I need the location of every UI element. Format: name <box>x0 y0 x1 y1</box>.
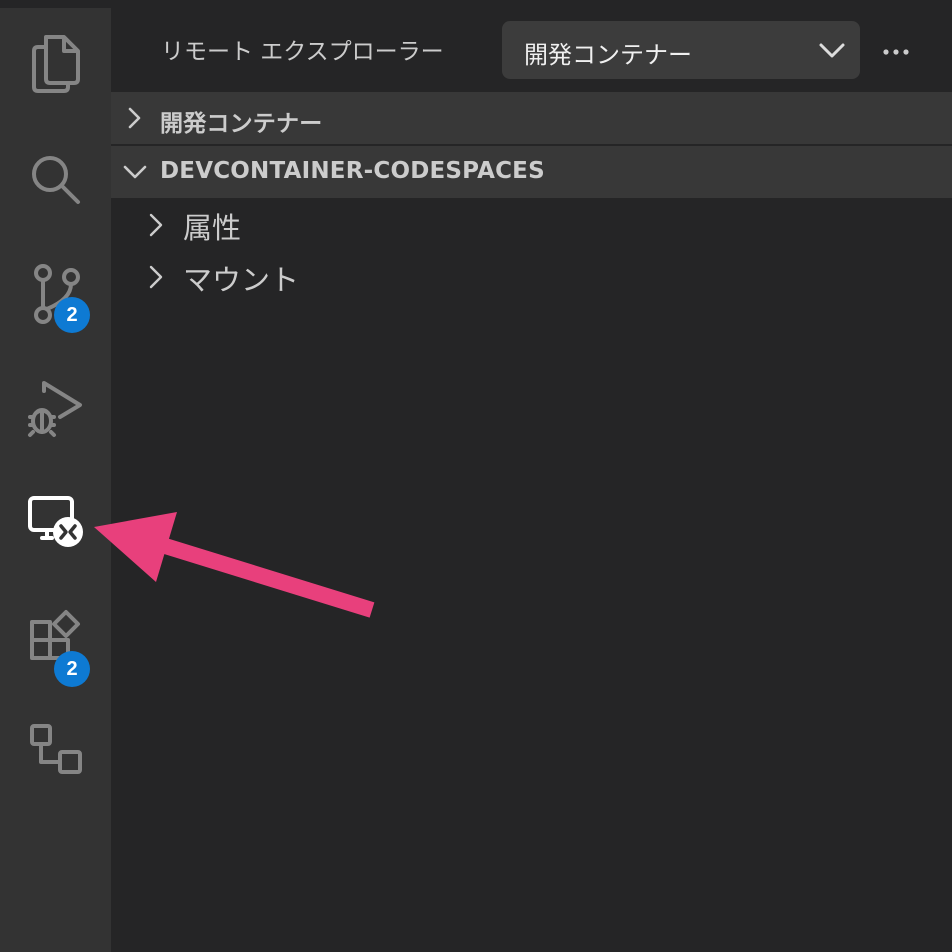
panel-title: リモート エクスプローラー <box>161 39 444 65</box>
source-control-badge: 2 <box>54 297 90 333</box>
section-dev-containers[interactable]: 開発コンテナー <box>111 92 952 144</box>
chevron-right-icon <box>123 106 145 134</box>
activity-extensions[interactable]: 2 <box>0 586 111 687</box>
activity-containers[interactable] <box>0 700 111 800</box>
chevron-right-icon <box>145 264 167 294</box>
section-label: DEVCONTAINER-CODESPACES <box>160 158 545 184</box>
chevron-down-icon <box>123 160 147 188</box>
chevron-down-icon <box>818 38 846 66</box>
tree-item-label: マウント <box>183 263 300 297</box>
tree-item-mounts[interactable]: マウント <box>111 250 952 302</box>
chevron-right-icon <box>145 212 167 242</box>
remote-explorer-icon <box>26 494 86 550</box>
activity-search[interactable] <box>0 130 111 230</box>
tree-item-attributes[interactable]: 属性 <box>111 198 952 250</box>
activity-source-control[interactable]: 2 <box>0 244 111 344</box>
search-icon <box>28 152 84 208</box>
section-devcontainer-codespaces[interactable]: DEVCONTAINER-CODESPACES <box>111 146 952 198</box>
ellipsis-icon <box>882 41 910 60</box>
remote-explorer-panel: リモート エクスプローラー 開発コンテナー 開発コンテナー DEVCONTAIN… <box>111 8 952 952</box>
activity-remote-explorer[interactable] <box>0 472 111 572</box>
dropdown-value: 開発コンテナー <box>524 41 692 69</box>
extensions-badge: 2 <box>54 651 90 687</box>
activity-run-debug[interactable] <box>0 358 111 458</box>
panel-header: リモート エクスプローラー 開発コンテナー <box>111 8 952 92</box>
tree-item-label: 属性 <box>183 211 242 245</box>
containers-icon <box>28 722 84 778</box>
run-debug-icon <box>26 377 86 439</box>
files-icon <box>26 33 86 95</box>
activity-explorer[interactable] <box>0 14 111 114</box>
remote-type-dropdown[interactable]: 開発コンテナー <box>502 21 860 79</box>
activity-bar: 2 2 <box>0 8 111 952</box>
section-label: 開発コンテナー <box>160 111 323 137</box>
more-actions-button[interactable] <box>878 32 914 68</box>
